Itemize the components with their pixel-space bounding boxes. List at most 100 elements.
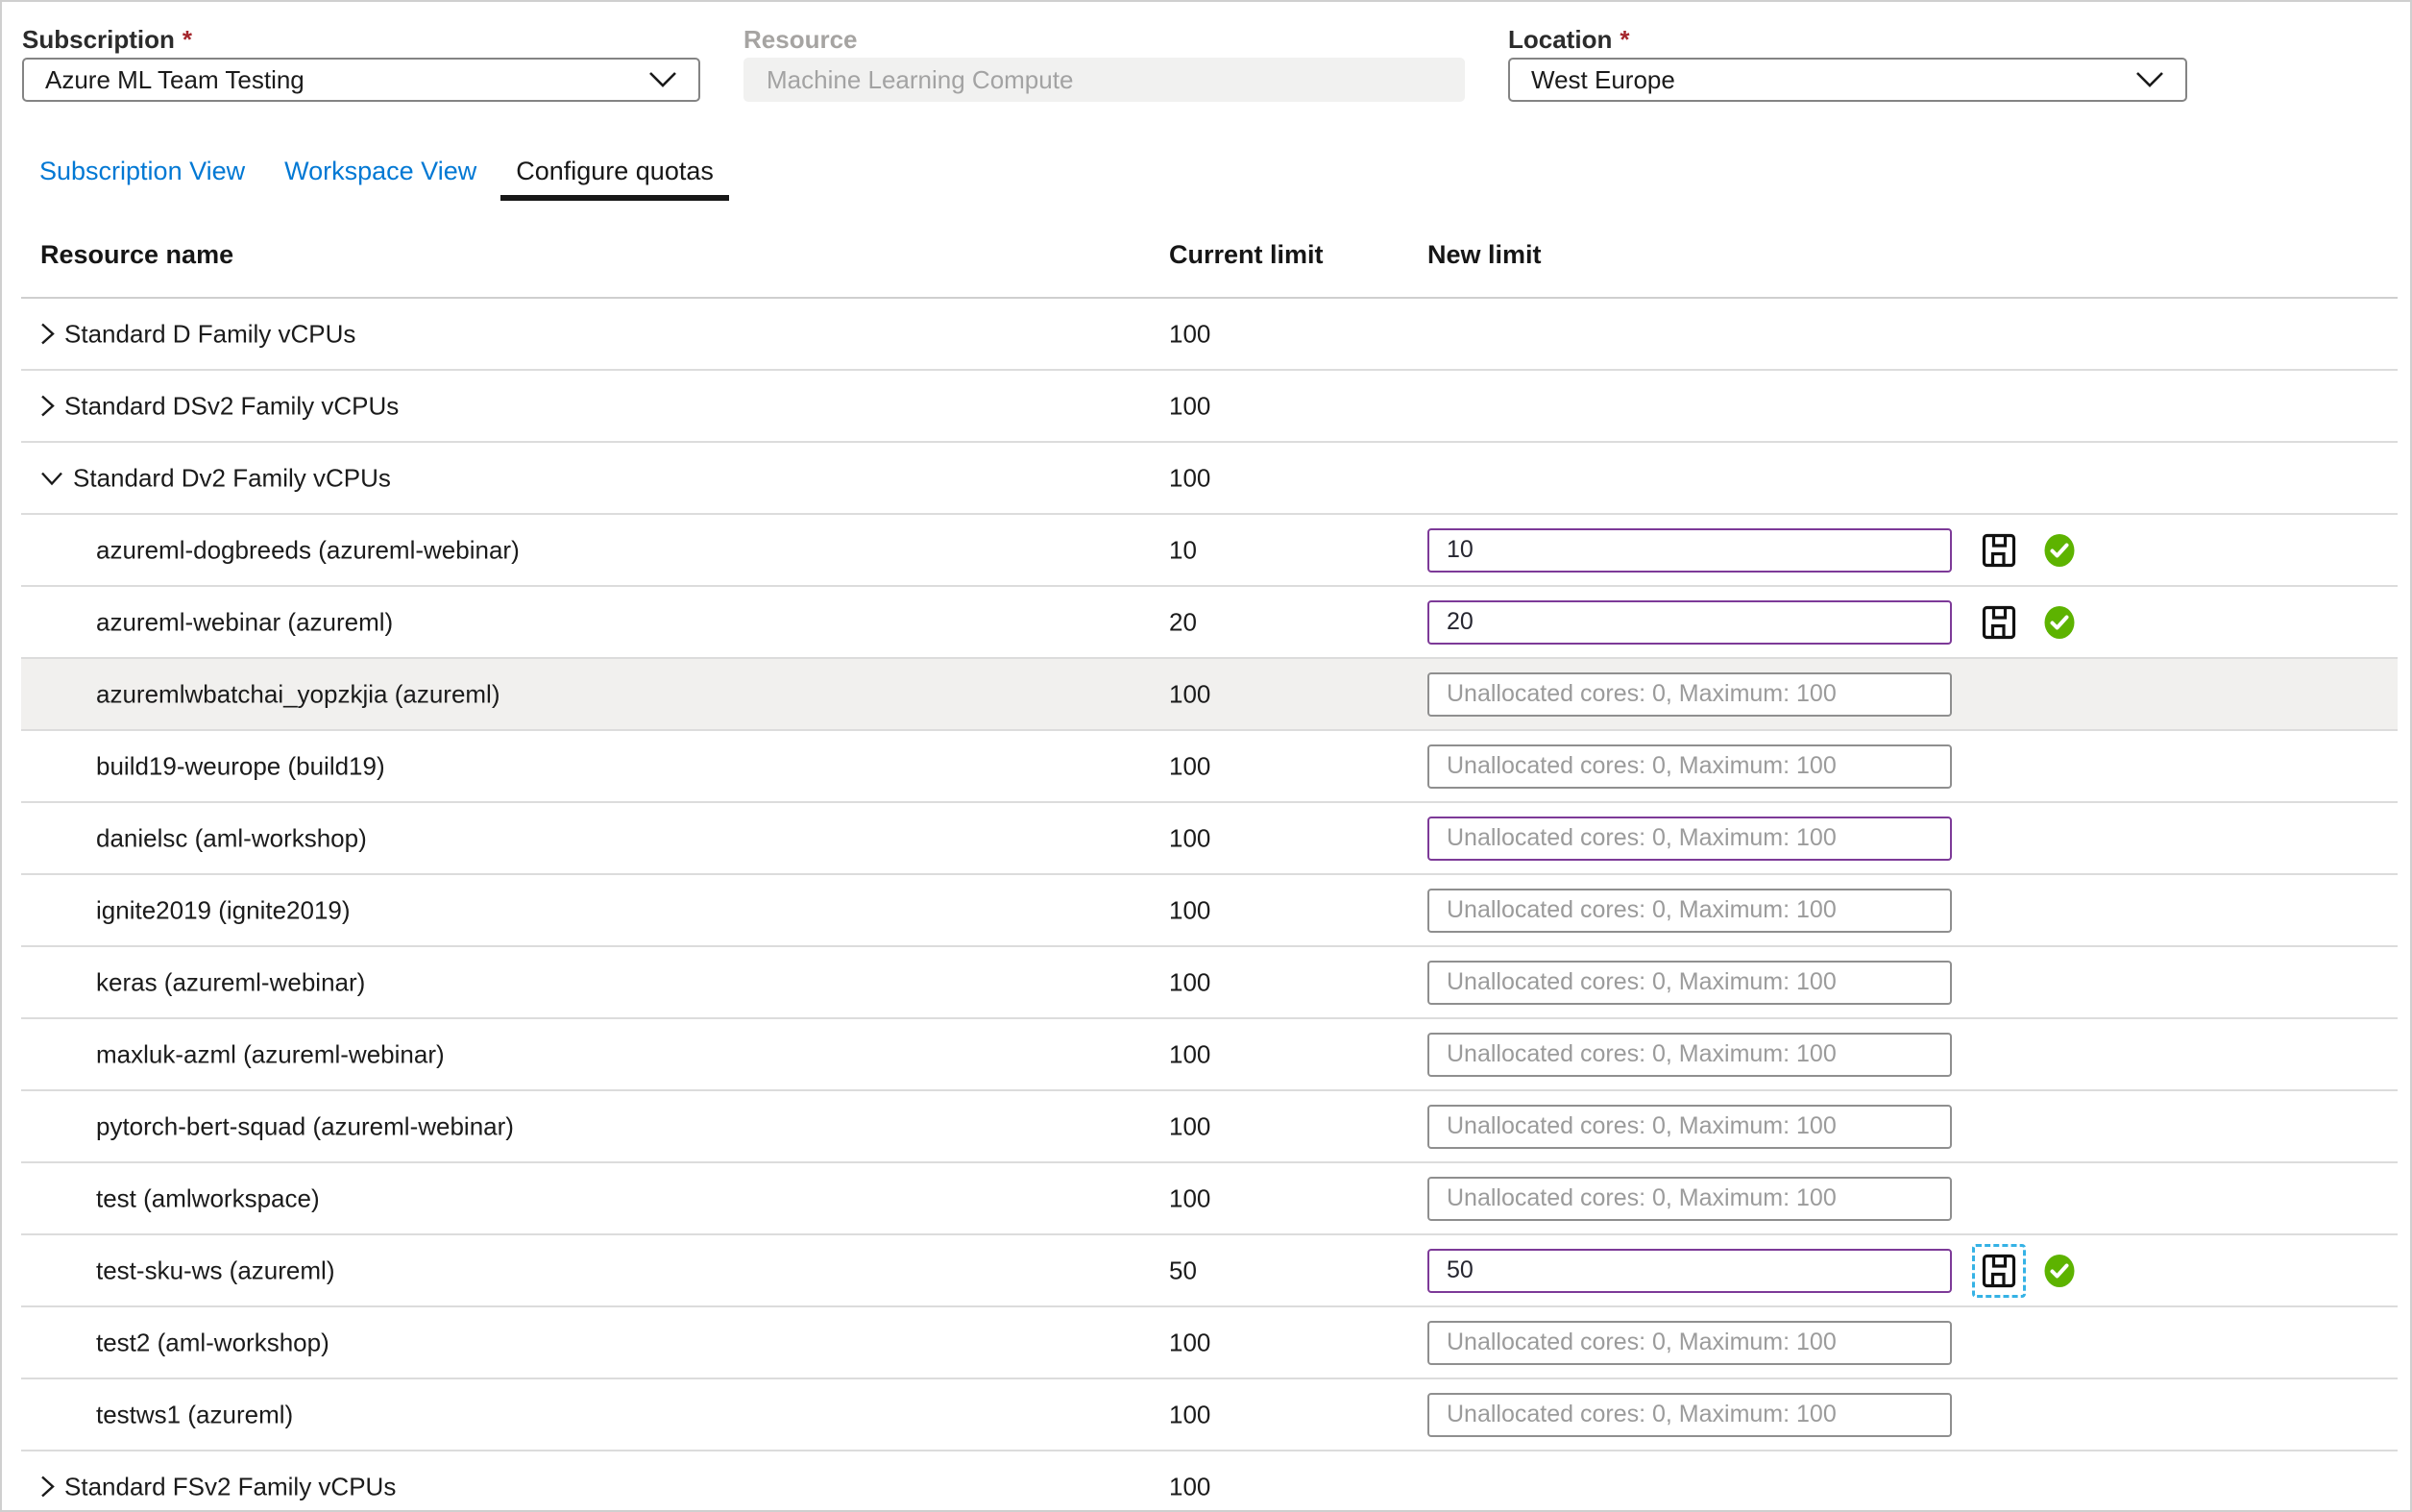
table-header: Resource name Current limit New limit	[21, 205, 2398, 299]
new-limit-input[interactable]	[1427, 672, 1952, 717]
current-limit-value: 100	[1169, 1328, 1210, 1357]
new-limit-cell	[1427, 1321, 1952, 1365]
table-row: test (amlworkspace)100	[21, 1163, 2398, 1235]
resource-name-cell: build19-weurope (build19)	[96, 751, 385, 781]
tab-configure-quotas[interactable]: Configure quotas	[500, 157, 729, 201]
table-row: ignite2019 (ignite2019) 100	[21, 875, 2398, 947]
resource-name-text: Standard D Family vCPUs	[64, 319, 355, 349]
collapse-toggle[interactable]	[40, 471, 63, 485]
resource-name-text: pytorch-bert-squad (azureml-webinar)	[96, 1111, 514, 1141]
resource-name-cell: test2 (aml-workshop)	[96, 1328, 329, 1357]
save-button[interactable]	[1974, 597, 2024, 647]
resource-name-cell: danielsc (aml-workshop)	[96, 823, 367, 853]
save-icon	[1982, 1254, 2016, 1288]
resource-name-cell: test-sku-ws (azureml)	[96, 1256, 334, 1285]
table-row: testws1 (azureml) 100	[21, 1379, 2398, 1451]
table-row: azureml-webinar (azureml)20	[21, 587, 2398, 659]
current-limit-value: 100	[1169, 463, 1210, 493]
resource-label: Resource	[743, 25, 1465, 58]
table-row: azureml-dogbreeds (azureml-webinar) 10	[21, 515, 2398, 587]
location-dropdown[interactable]: West Europe	[1508, 58, 2187, 102]
resource-name-cell: testws1 (azureml)	[96, 1400, 293, 1429]
current-limit-value: 100	[1169, 1400, 1210, 1429]
resource-name-text: danielsc (aml-workshop)	[96, 823, 367, 853]
table-row: danielsc (aml-workshop) 100	[21, 803, 2398, 875]
new-limit-input[interactable]	[1427, 817, 1952, 861]
column-header-current-limit: Current limit	[1169, 240, 1324, 270]
expand-toggle[interactable]	[40, 395, 55, 418]
chevron-down-icon	[40, 471, 63, 485]
resource-name-cell: Standard FSv2 Family vCPUs	[40, 1472, 396, 1501]
new-limit-input[interactable]	[1427, 1177, 1952, 1221]
table-row: pytorch-bert-squad (azureml-webinar)100	[21, 1091, 2398, 1163]
resource-name-text: test (amlworkspace)	[96, 1183, 320, 1213]
subscription-dropdown[interactable]: Azure ML Team Testing	[22, 58, 700, 102]
table-row: Standard D Family vCPUs100	[21, 299, 2398, 371]
new-limit-input[interactable]	[1427, 961, 1952, 1005]
subscription-field: Subscription* Azure ML Team Testing	[22, 25, 700, 102]
table-row: Standard FSv2 Family vCPUs100	[21, 1451, 2398, 1512]
resource-input: Machine Learning Compute	[743, 58, 1465, 102]
subscription-dropdown-value: Azure ML Team Testing	[45, 65, 305, 95]
location-label-text: Location	[1508, 25, 1612, 54]
table-row: maxluk-azml (azureml-webinar)100	[21, 1019, 2398, 1091]
new-limit-input[interactable]	[1427, 1393, 1952, 1437]
table-row: azuremlwbatchai_yopzkjia (azureml) 100	[21, 659, 2398, 731]
location-dropdown-value: West Europe	[1531, 65, 1675, 95]
new-limit-input[interactable]	[1427, 1105, 1952, 1149]
resource-name-cell: keras (azureml-webinar)	[96, 967, 365, 997]
new-limit-cell	[1427, 744, 1952, 789]
new-limit-cell	[1427, 528, 1952, 573]
new-limit-input[interactable]	[1427, 600, 1952, 645]
expand-toggle[interactable]	[40, 1475, 55, 1499]
new-limit-input[interactable]	[1427, 889, 1952, 933]
resource-input-value: Machine Learning Compute	[767, 65, 1073, 95]
table-row: test2 (aml-workshop) 100	[21, 1307, 2398, 1379]
required-asterisk: *	[183, 25, 192, 54]
new-limit-input[interactable]	[1427, 528, 1952, 573]
current-limit-value: 100	[1169, 751, 1210, 781]
new-limit-input[interactable]	[1427, 1033, 1952, 1077]
new-limit-input[interactable]	[1427, 1321, 1952, 1365]
new-limit-cell	[1427, 672, 1952, 717]
chevron-down-icon	[648, 71, 677, 88]
chevron-right-icon	[40, 395, 55, 418]
column-header-resource-name: Resource name	[40, 240, 233, 270]
column-header-new-limit: New limit	[1427, 240, 1542, 270]
current-limit-value: 10	[1169, 535, 1197, 565]
new-limit-cell	[1427, 961, 1952, 1005]
tab-subscription-view[interactable]: Subscription View	[39, 157, 245, 201]
current-limit-value: 50	[1169, 1256, 1197, 1285]
tab-bar: Subscription View Workspace View Configu…	[39, 157, 714, 201]
current-limit-value: 100	[1169, 895, 1210, 925]
new-limit-cell	[1427, 1249, 1952, 1293]
save-success-badge	[2043, 1255, 2076, 1287]
expand-toggle[interactable]	[40, 323, 55, 346]
new-limit-cell	[1427, 1393, 1952, 1437]
save-button[interactable]	[1974, 525, 2024, 575]
current-limit-value: 100	[1169, 823, 1210, 853]
quota-table-body: Standard D Family vCPUs100Standard DSv2 …	[21, 299, 2398, 1512]
resource-name-cell: azureml-dogbreeds (azureml-webinar)	[96, 535, 520, 565]
new-limit-input[interactable]	[1427, 1249, 1952, 1293]
new-limit-cell	[1427, 817, 1952, 861]
success-check-icon	[2043, 1255, 2076, 1287]
save-icon	[1982, 533, 2016, 568]
table-row: build19-weurope (build19) 100	[21, 731, 2398, 803]
save-button[interactable]	[1974, 1246, 2024, 1296]
current-limit-value: 100	[1169, 967, 1210, 997]
save-success-badge	[2043, 534, 2076, 567]
location-field: Location * West Europe	[1508, 25, 2187, 102]
table-row: Standard Dv2 Family vCPUs100	[21, 443, 2398, 515]
current-limit-value: 100	[1169, 679, 1210, 709]
chevron-right-icon	[40, 323, 55, 346]
resource-name-cell: Standard DSv2 Family vCPUs	[40, 391, 399, 421]
resource-name-cell: azuremlwbatchai_yopzkjia (azureml)	[96, 679, 500, 709]
resource-name-text: azureml-dogbreeds (azureml-webinar)	[96, 535, 520, 565]
tab-workspace-view[interactable]: Workspace View	[284, 157, 476, 201]
current-limit-value: 100	[1169, 1039, 1210, 1069]
new-limit-input[interactable]	[1427, 744, 1952, 789]
required-asterisk: *	[1620, 25, 1629, 54]
resource-name-cell: pytorch-bert-squad (azureml-webinar)	[96, 1111, 514, 1141]
resource-name-cell: ignite2019 (ignite2019)	[96, 895, 351, 925]
